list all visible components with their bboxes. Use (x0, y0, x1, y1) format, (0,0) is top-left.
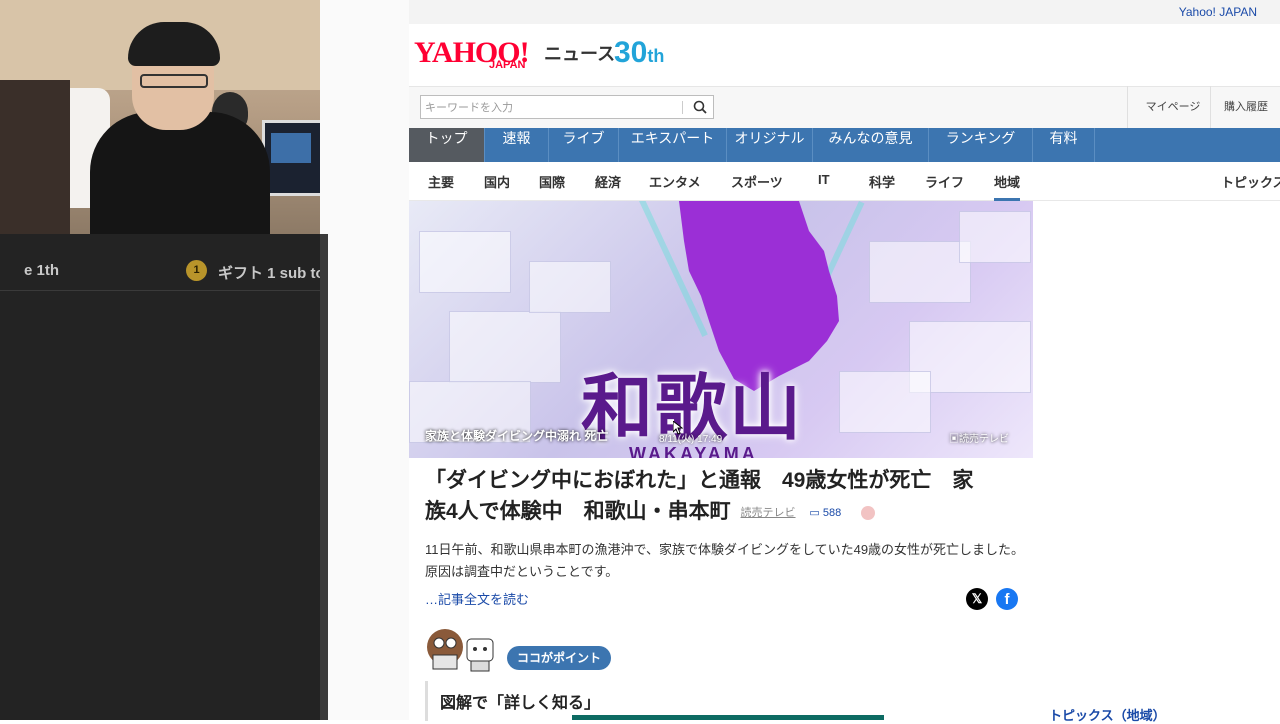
category-tab[interactable]: 科学 (869, 172, 895, 191)
main-nav: トップ 速報 ライブ エキスパート オリジナル みんなの意見 ランキング 有料 (409, 128, 1280, 162)
anniversary-logo: 30th (614, 36, 665, 69)
category-tab[interactable]: 地域 (994, 172, 1021, 201)
article-source-link[interactable]: 読売テレビ (741, 507, 796, 519)
comment-icon: ▭ (809, 507, 820, 519)
gift-badge-icon: 1 (186, 260, 207, 281)
main-nav-item[interactable]: ライブ (549, 128, 619, 162)
category-tab[interactable]: トピックス (1221, 172, 1280, 191)
search-input[interactable] (423, 98, 681, 118)
main-nav-item[interactable]: エキスパート (619, 128, 727, 162)
top-utility-bar: Yahoo! JAPAN (409, 0, 1280, 24)
comment-count[interactable]: ▭ 588 (809, 507, 841, 519)
category-tab[interactable]: 国際 (539, 172, 565, 191)
category-tab[interactable]: 主要 (428, 172, 454, 191)
mypage-link[interactable]: マイページ (1127, 86, 1218, 128)
category-tab[interactable]: 国内 (484, 172, 510, 191)
main-nav-item[interactable]: ランキング (929, 128, 1033, 162)
hero-image[interactable]: 和歌山 WAKAYAMA 家族と体験ダイビング中溺れ 死亡 8/11(火) 17… (409, 201, 1033, 458)
category-tab[interactable]: エンタメ (649, 172, 701, 191)
yahoo-japan-link[interactable]: Yahoo! JAPAN (1179, 5, 1257, 19)
read-full-article-link[interactable]: …記事全文を読む (425, 589, 529, 608)
main-nav-item[interactable]: オリジナル (727, 128, 813, 162)
explainer-title: 図解で「詳しく知る」 (440, 695, 601, 712)
hero-subtitle: WAKAYAMA (629, 444, 758, 458)
article-headline[interactable]: 「ダイビング中におぼれた」と通報 49歳女性が死亡 家 族4人で体験中 和歌山・… (425, 465, 1025, 527)
logo-news: ニュース (544, 44, 616, 64)
main-nav-item[interactable]: 有料 (1033, 128, 1095, 162)
camera-icon: ▣ (949, 434, 959, 445)
main-nav-item[interactable]: みんなの意見 (813, 128, 929, 162)
category-tab[interactable]: IT (818, 172, 830, 187)
main-nav-item[interactable]: トップ (409, 128, 485, 162)
main-nav-item[interactable]: 速報 (485, 128, 549, 162)
search-icon (693, 100, 707, 114)
mouse-cursor-icon (673, 421, 683, 435)
streamer-webcam (0, 0, 320, 234)
explainer-image[interactable] (572, 715, 884, 720)
mascot-icon (427, 629, 494, 672)
article-card: 和歌山 WAKAYAMA 家族と体験ダイビング中溺れ 死亡 8/11(火) 17… (409, 201, 1033, 721)
hero-timestamp: 8/11(火) 17:49 (659, 434, 723, 445)
sidebar-topics-heading[interactable]: トピックス（地域） (1049, 705, 1166, 724)
category-tab[interactable]: ライフ (925, 172, 964, 191)
facebook-share-icon[interactable]: f (996, 588, 1018, 610)
gift-ticker-left: e 1th (24, 262, 60, 279)
point-badge[interactable]: ココがポイント (507, 646, 612, 670)
category-nav: 主要 国内 国際 経済 エンタメ スポーツ IT 科学 ライフ 地域 トピックス (409, 162, 1280, 201)
article-summary: 11日午前、和歌山県串本町の漁港沖で、家族で体験ダイビングをしていた49歳の女性… (425, 542, 1025, 579)
stream-chat-panel (0, 234, 320, 720)
page-margin (320, 0, 409, 720)
yahoo-news-logo[interactable]: YAHOO! JAPAN ニュース 30th (414, 36, 664, 76)
search-box (420, 95, 714, 119)
search-button[interactable] (687, 96, 713, 118)
hero-source: ▣読売テレビ (949, 434, 1009, 445)
x-share-icon[interactable]: 𝕏 (966, 588, 988, 610)
logo-japan: JAPAN (489, 59, 526, 71)
category-tab[interactable]: スポーツ (731, 172, 783, 191)
hero-caption: 家族と体験ダイビング中溺れ 死亡 (425, 429, 609, 443)
category-tab[interactable]: 経済 (595, 172, 621, 191)
reaction-icon[interactable] (861, 506, 876, 520)
purchase-history-link[interactable]: 購入履歴 (1210, 86, 1280, 128)
gift-ticker-right: ギフト 1 sub to (218, 265, 320, 282)
